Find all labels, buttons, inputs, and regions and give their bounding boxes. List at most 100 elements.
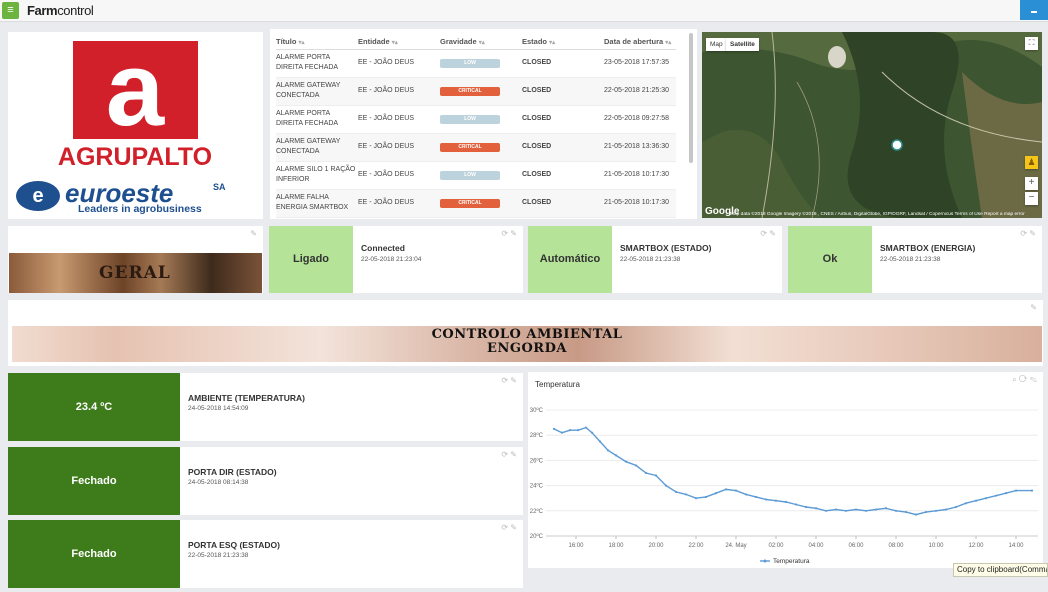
minimize-button[interactable]: [1020, 0, 1048, 20]
map-footer[interactable]: Map data ©2018 Google Imagery ©2018 , CN…: [730, 212, 1040, 217]
alarms-table: Título ▾▴ Entidade ▾▴ Gravidade ▾▴ Estad…: [276, 35, 676, 218]
data-point: [674, 490, 678, 493]
data-point: [590, 431, 594, 434]
smartbox-estado-card: Automático SMARTBOX (ESTADO) 22-05-2018 …: [528, 226, 782, 293]
svg-text:SA: SA: [213, 182, 226, 192]
temperature-chart: 20ºC 22ºC 24ºC 26ºC 28ºC 30ºC 16:00 18:00 20:00 2…: [530, 407, 1038, 565]
smartbox-energia-card: Ok SMARTBOX (ENERGIA) 22-05-2018 21:23:3…: [788, 226, 1042, 293]
severity-badge: CRITICAL: [440, 87, 500, 96]
controlo-ambiental-banner: CONTROLO AMBIENTAL ENGORDA: [12, 326, 1042, 362]
zoom-in-button[interactable]: +: [1025, 177, 1038, 190]
data-point: [754, 495, 758, 499]
reading-time: 22-05-2018 21:23:38: [188, 552, 249, 559]
map-imagery: [702, 32, 1042, 218]
data-point: [944, 508, 948, 511]
table-row[interactable]: ALARME PORTA DIREITA FECHADA EE - JOÃO D…: [276, 105, 676, 134]
controlo-ambiental-panel: ✎ CONTROLO AMBIENTAL ENGORDA: [8, 300, 1043, 366]
geral-panel: ✎ GERAL: [8, 226, 263, 293]
data-point: [974, 499, 978, 502]
y-tick-label: 26ºC: [530, 457, 544, 464]
data-point: [984, 497, 988, 500]
col-gravidade[interactable]: Gravidade ▾▴: [440, 35, 522, 50]
data-point: [884, 507, 888, 510]
card-tools[interactable]: ⟳ ✎: [501, 450, 517, 459]
status-time: 22-05-2018 21:23:38: [620, 256, 681, 263]
data-point: [598, 440, 602, 443]
data-point: [654, 474, 658, 477]
card-tools[interactable]: ⟳ ✎: [760, 229, 776, 238]
data-point: [624, 460, 628, 463]
map-tab[interactable]: Map: [706, 38, 727, 51]
x-tick-label: 06:00: [848, 543, 864, 549]
zoom-out-button[interactable]: −: [1025, 192, 1038, 205]
fullscreen-icon[interactable]: ⛶: [1025, 37, 1038, 50]
col-entidade[interactable]: Entidade ▾▴: [358, 35, 440, 50]
data-point: [634, 464, 638, 467]
reading-title: PORTA ESQ (ESTADO): [188, 540, 280, 550]
data-point: [814, 507, 818, 510]
series-line: [553, 426, 1032, 516]
data-point: [568, 429, 572, 432]
x-tick-label: 14:00: [1008, 543, 1024, 549]
reading-value: 23.4 ºC: [8, 373, 180, 441]
data-point: [614, 454, 618, 457]
company-logo: a AGRUPALTO e euroeste SA Leaders in agr…: [16, 31, 226, 215]
data-point: [744, 493, 748, 496]
data-point: [864, 509, 868, 512]
legend-label: Temperatura: [773, 558, 810, 565]
x-tick-label: 20:00: [648, 543, 664, 549]
card-tools[interactable]: ⟳ ✎: [501, 229, 517, 238]
table-scrollbar[interactable]: [689, 33, 693, 163]
severity-badge: CRITICAL: [440, 143, 500, 152]
porta-dir-card: Fechado PORTA DIR (ESTADO) 24-05-2018 08…: [8, 447, 523, 515]
col-estado[interactable]: Estado ▾▴: [522, 35, 604, 50]
svg-text:a: a: [106, 32, 166, 148]
table-row[interactable]: ALARME SILO 1 RAÇÃO INFERIOR EE - JOÃO D…: [276, 161, 676, 190]
menu-icon[interactable]: ≡: [2, 2, 19, 19]
x-tick-label: 10:00: [928, 543, 944, 549]
data-point: [1030, 489, 1034, 492]
card-tools[interactable]: ⟳ ✎: [501, 376, 517, 385]
status-time: 22-05-2018 21:23:04: [361, 256, 422, 263]
data-point: [1014, 489, 1018, 492]
col-titulo[interactable]: Título ▾▴: [276, 35, 358, 50]
data-point: [724, 488, 728, 491]
data-point: [854, 508, 858, 511]
data-point: [560, 431, 564, 434]
data-point: [874, 508, 878, 511]
y-tick-label: 20ºC: [530, 533, 544, 540]
data-point: [552, 427, 556, 430]
data-point: [584, 426, 588, 429]
table-row[interactable]: ALARME FALHA ENERGIA SMARTBOX EE - JOÃO …: [276, 189, 676, 218]
card-tools[interactable]: ⟳ ✎: [1020, 229, 1036, 238]
data-point: [904, 510, 908, 514]
data-point: [824, 509, 828, 512]
wrench-icon[interactable]: ✎: [250, 229, 257, 238]
geral-banner: GERAL: [9, 253, 262, 293]
card-tools[interactable]: ⟳ ✎: [501, 523, 517, 532]
data-point: [964, 502, 968, 505]
data-point: [834, 508, 838, 511]
satellite-tab[interactable]: Satellite: [726, 38, 759, 51]
logo-panel: a AGRUPALTO e euroeste SA Leaders in agr…: [8, 31, 263, 219]
severity-badge: CRITICAL: [440, 199, 500, 208]
x-tick-label: 08:00: [888, 543, 904, 549]
reading-time: 24-05-2018 14:54:09: [188, 405, 249, 412]
data-point: [694, 497, 698, 500]
table-row[interactable]: ALARME PORTA DIREITA FECHADA EE - JOÃO D…: [276, 49, 676, 78]
data-point: [954, 505, 958, 509]
reading-title: AMBIENTE (TEMPERATURA): [188, 393, 305, 403]
data-point: [714, 492, 718, 495]
x-tick-label: 22:00: [688, 543, 704, 549]
status-title: SMARTBOX (ESTADO): [620, 243, 712, 253]
status-value: Ok: [788, 226, 872, 293]
y-tick-label: 24ºC: [530, 483, 544, 490]
wrench-icon[interactable]: ✎: [1030, 303, 1037, 312]
data-point: [664, 484, 668, 487]
satellite-map[interactable]: Map Satellite ⛶ ♟ + − Google Map data ©2…: [702, 32, 1042, 218]
table-row[interactable]: ALARME GATEWAY CONECTADA EE - JOÃO DEUS …: [276, 77, 676, 106]
col-data[interactable]: Data de abertura ▾▴: [604, 35, 676, 50]
table-row[interactable]: ALARME GATEWAY CONECTADA EE - JOÃO DEUS …: [276, 133, 676, 162]
street-view-icon[interactable]: ♟: [1025, 156, 1038, 169]
data-point: [606, 449, 610, 452]
